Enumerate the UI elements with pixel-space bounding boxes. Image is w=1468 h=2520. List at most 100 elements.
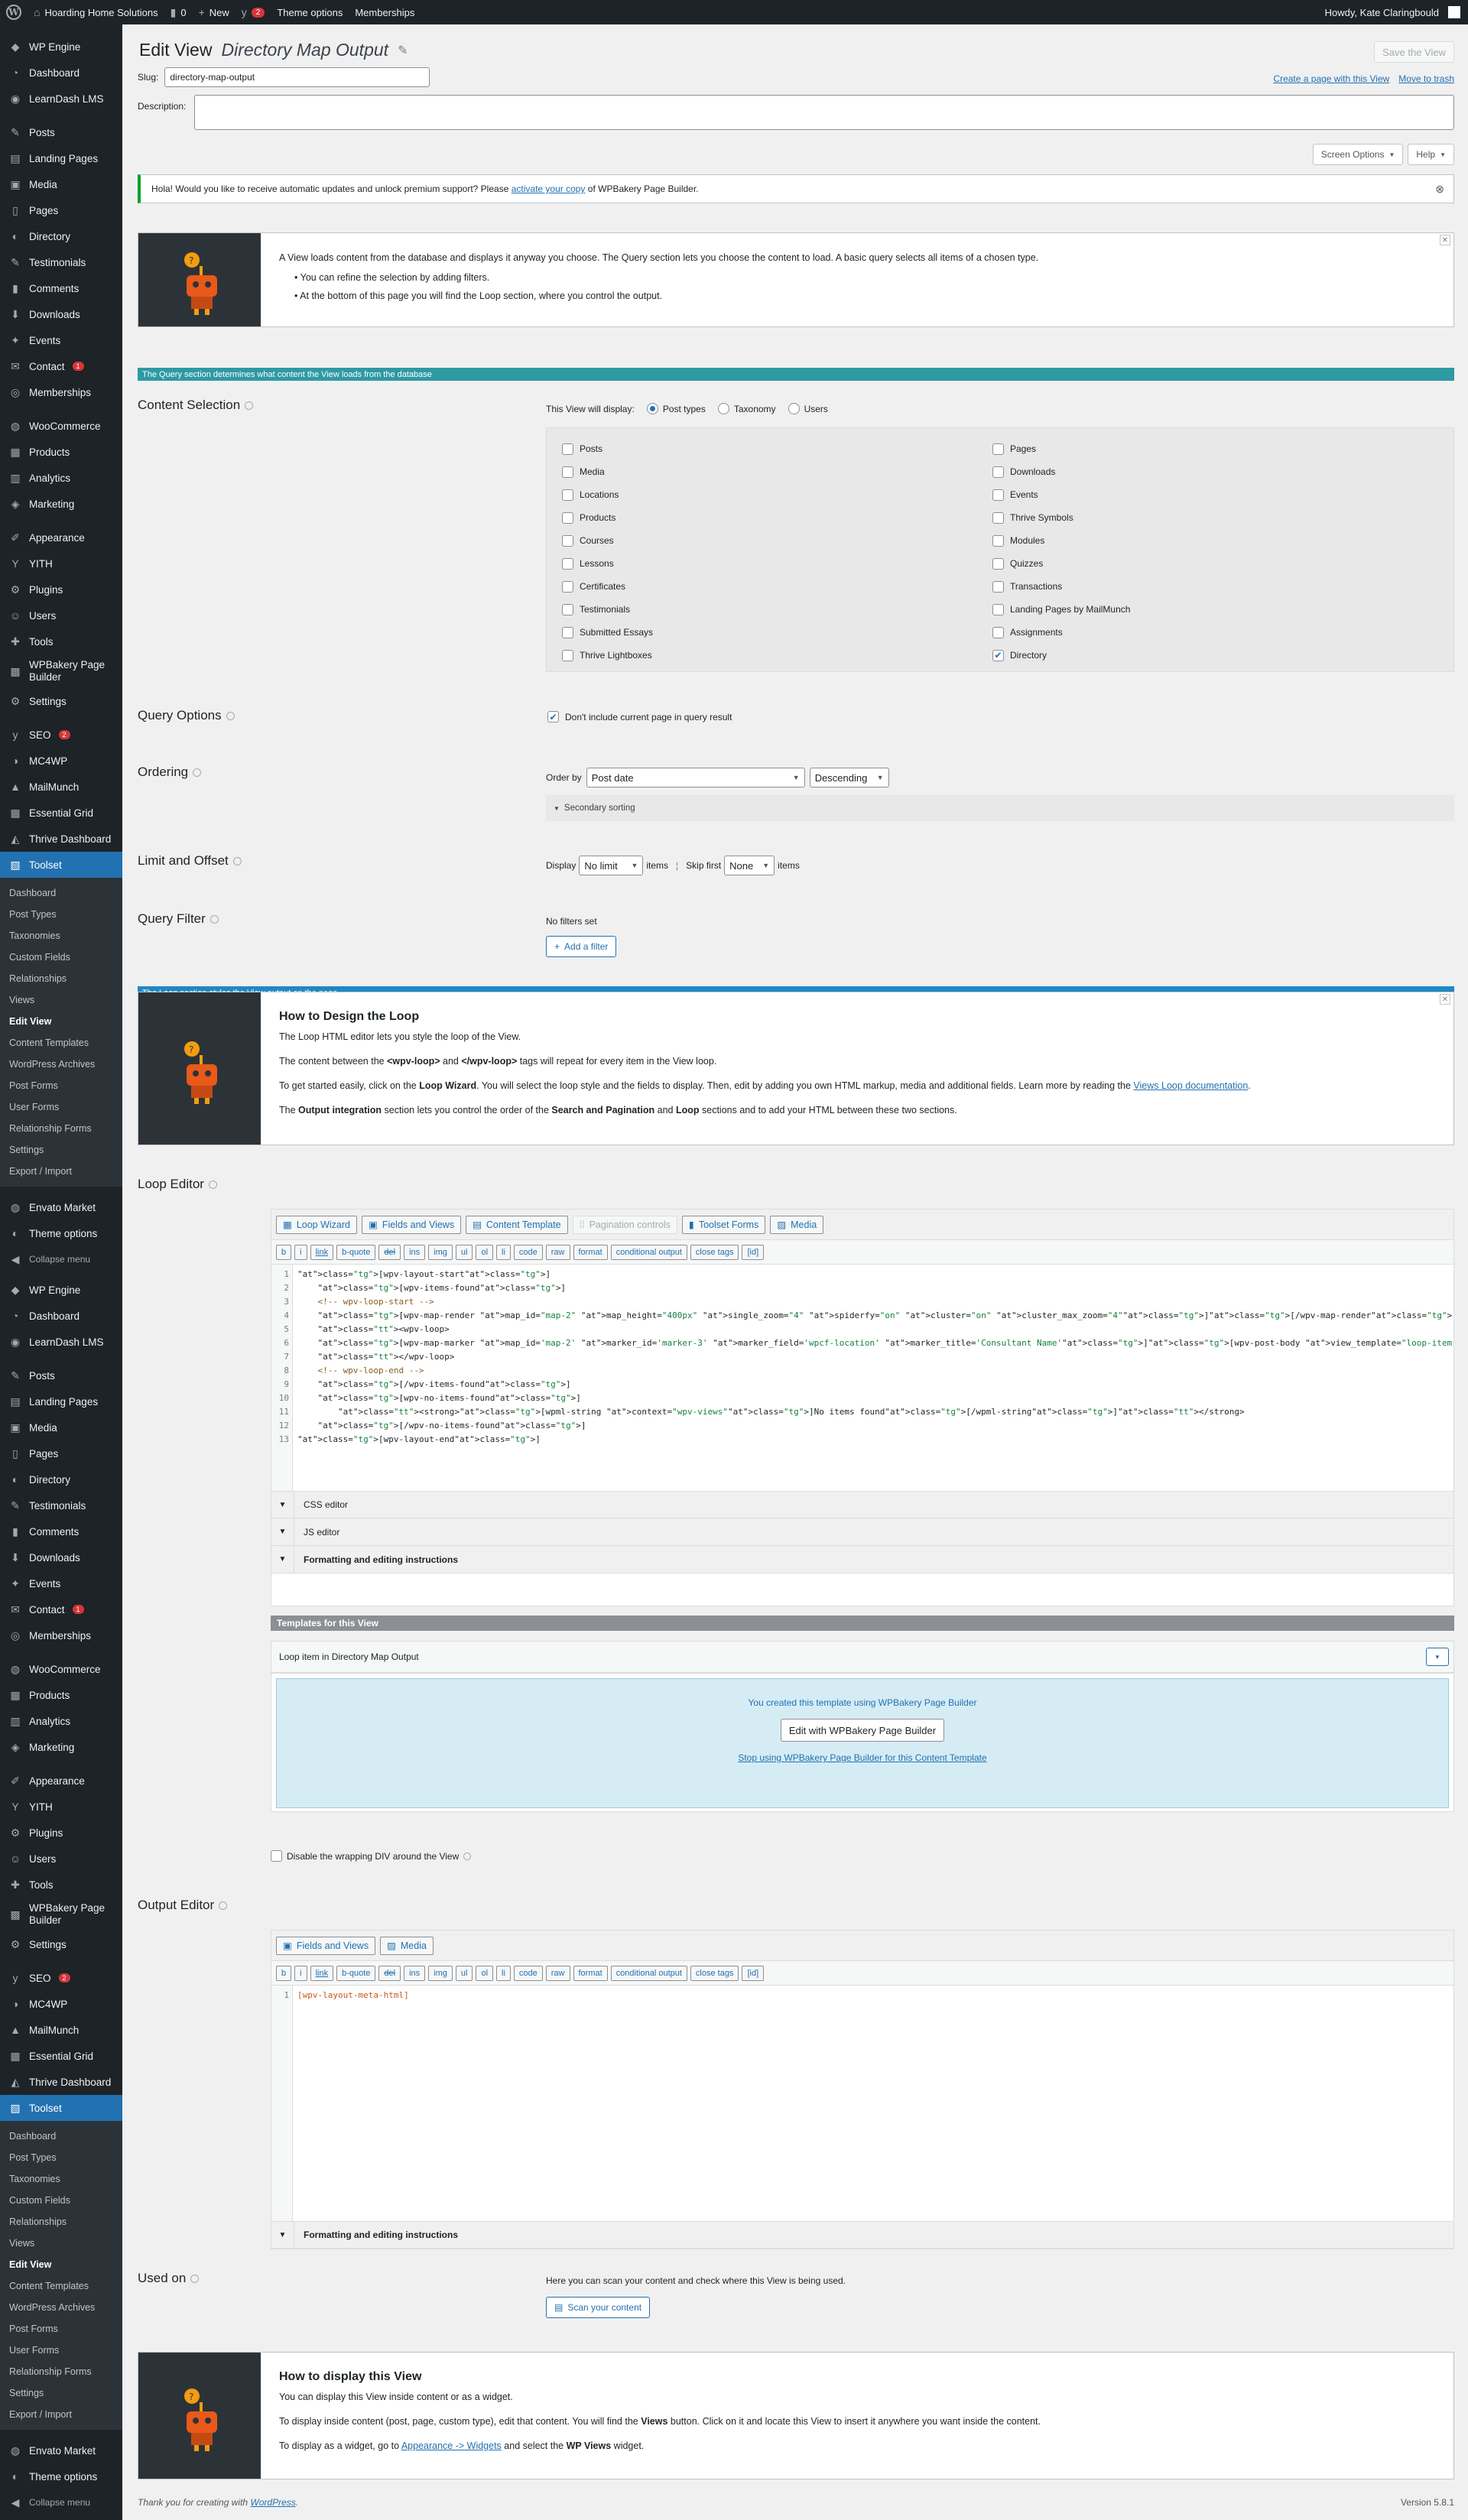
- sidebar-item-toolset[interactable]: ▧ Toolset: [0, 2095, 122, 2121]
- sidebar-item-comments[interactable]: ▮ Comments: [0, 275, 122, 301]
- sidebar-item-testimonials[interactable]: ✎ Testimonials: [0, 249, 122, 275]
- close-icon[interactable]: ✕: [1440, 994, 1450, 1005]
- toolset-forms-button[interactable]: ▮ Toolset Forms: [681, 1215, 766, 1234]
- checkbox-directory[interactable]: ✔: [992, 649, 1004, 661]
- help-icon[interactable]: [193, 768, 202, 777]
- submenu-item-post-types[interactable]: Post Types: [0, 2147, 122, 2168]
- quicktag-i-button[interactable]: i: [294, 1244, 307, 1260]
- quicktag-format-button[interactable]: format: [573, 1244, 608, 1260]
- submenu-item-views[interactable]: Views: [0, 2233, 122, 2254]
- sidebar-item-wpbakery-page-builder[interactable]: ▩ WPBakery Page Builder: [0, 654, 122, 688]
- submenu-item-wordpress-archives[interactable]: WordPress Archives: [0, 2297, 122, 2318]
- sidebar-item-theme-options[interactable]: ◐ Theme options: [0, 2463, 122, 2489]
- yoast-seo-menu[interactable]: y2: [235, 0, 271, 24]
- js-editor-toggle[interactable]: ▼ JS editor: [271, 1518, 1453, 1546]
- sidebar-item-products[interactable]: ▦ Products: [0, 1682, 122, 1708]
- sidebar-item-downloads[interactable]: ⬇ Downloads: [0, 301, 122, 327]
- sidebar-item-mc4wp[interactable]: ◑ MC4WP: [0, 1991, 122, 2017]
- dismiss-icon[interactable]: ⊗: [1435, 183, 1444, 196]
- quicktag-b-button[interactable]: b: [276, 1244, 292, 1260]
- wordpress-link[interactable]: WordPress: [250, 2497, 295, 2508]
- checkbox-pages[interactable]: [992, 443, 1004, 455]
- sidebar-item-pages[interactable]: ▯ Pages: [0, 1440, 122, 1466]
- radio-taxonomy[interactable]: [717, 403, 729, 414]
- submenu-item-content-templates[interactable]: Content Templates: [0, 1032, 122, 1054]
- create-page-link[interactable]: Create a page with this View: [1273, 73, 1389, 84]
- sidebar-item-products[interactable]: ▦ Products: [0, 439, 122, 465]
- sidebar-item-learndash-lms[interactable]: ◉ LearnDash LMS: [0, 1329, 122, 1355]
- quicktag-id-button[interactable]: [id]: [742, 1244, 765, 1260]
- submenu-item-post-forms[interactable]: Post Forms: [0, 2318, 122, 2340]
- description-input[interactable]: [194, 95, 1454, 130]
- pencil-icon[interactable]: ✎: [398, 43, 408, 58]
- submenu-item-relationship-forms[interactable]: Relationship Forms: [0, 1118, 122, 1139]
- submenu-item-edit-view[interactable]: Edit View: [0, 2254, 122, 2275]
- sidebar-item-woocommerce[interactable]: ◍ WooCommerce: [0, 413, 122, 439]
- sidebar-item-landing-pages[interactable]: ▤ Landing Pages: [0, 145, 122, 171]
- theme-options-menu[interactable]: Theme options: [271, 0, 349, 24]
- sidebar-item-mc4wp[interactable]: ◑ MC4WP: [0, 748, 122, 774]
- sidebar-item-dashboard[interactable]: ◔ Dashboard: [0, 1303, 122, 1329]
- collapse-menu-button[interactable]: ◀ Collapse menu: [0, 2489, 122, 2515]
- submenu-item-user-forms[interactable]: User Forms: [0, 2340, 122, 2361]
- comments-menu[interactable]: ▮ 0: [164, 0, 193, 24]
- sidebar-item-toolset[interactable]: ▧ Toolset: [0, 852, 122, 878]
- sidebar-item-wp-engine[interactable]: ◆ WP Engine: [0, 34, 122, 60]
- quicktag-li-button[interactable]: li: [496, 1965, 511, 1981]
- sidebar-item-mailmunch[interactable]: ▲ MailMunch: [0, 774, 122, 800]
- quicktag-raw-button[interactable]: raw: [545, 1965, 570, 1981]
- wp-logo-menu[interactable]: W: [0, 0, 28, 24]
- checkbox-locations[interactable]: [562, 489, 573, 501]
- checkbox-events[interactable]: [992, 489, 1004, 501]
- submenu-item-dashboard[interactable]: Dashboard: [0, 2125, 122, 2147]
- quicktag-img-button[interactable]: img: [428, 1244, 453, 1260]
- submenu-item-relationships[interactable]: Relationships: [0, 2211, 122, 2233]
- sidebar-item-media[interactable]: ▣ Media: [0, 171, 122, 197]
- quicktag-raw-button[interactable]: raw: [545, 1244, 570, 1260]
- checkbox-certificates[interactable]: [562, 580, 573, 593]
- checkbox-lessons[interactable]: [562, 557, 573, 570]
- sidebar-item-settings[interactable]: ⚙ Settings: [0, 688, 122, 714]
- view-title[interactable]: Directory Map Output: [221, 40, 388, 60]
- content-template-button[interactable]: ▤ Content Template: [466, 1215, 568, 1234]
- stop-using-wpbakery-link[interactable]: Stop using WPBakery Page Builder for thi…: [738, 1752, 986, 1763]
- edit-with-wpbakery-button[interactable]: Edit with WPBakery Page Builder: [780, 1719, 945, 1742]
- add-filter-button[interactable]: + Add a filter: [546, 936, 617, 957]
- quicktag-link-button[interactable]: link: [310, 1965, 334, 1981]
- css-editor-toggle[interactable]: ▼ CSS editor: [271, 1491, 1453, 1518]
- sidebar-item-contact[interactable]: ✉ Contact 1: [0, 1596, 122, 1622]
- help-button[interactable]: Help ▼: [1408, 144, 1454, 165]
- quicktag-close-tags-button[interactable]: close tags: [690, 1965, 739, 1981]
- activate-copy-link[interactable]: activate your copy: [512, 183, 586, 194]
- appearance-widgets-link[interactable]: Appearance -> Widgets: [401, 2440, 502, 2451]
- sidebar-item-yith[interactable]: Y YITH: [0, 1794, 122, 1820]
- sidebar-item-media[interactable]: ▣ Media: [0, 1414, 122, 1440]
- submenu-item-content-templates[interactable]: Content Templates: [0, 2275, 122, 2297]
- sidebar-item-memberships[interactable]: ◎ Memberships: [0, 379, 122, 405]
- views-loop-doc-link[interactable]: Views Loop documentation: [1133, 1080, 1248, 1091]
- sidebar-item-learndash-lms[interactable]: ◉ LearnDash LMS: [0, 86, 122, 112]
- sidebar-item-woocommerce[interactable]: ◍ WooCommerce: [0, 1656, 122, 1682]
- sidebar-item-tools[interactable]: ✚ Tools: [0, 628, 122, 654]
- submenu-item-edit-view[interactable]: Edit View: [0, 1011, 122, 1032]
- quicktag-conditional-output-button[interactable]: conditional output: [610, 1244, 687, 1260]
- sidebar-item-downloads[interactable]: ⬇ Downloads: [0, 1544, 122, 1570]
- quicktag-id-button[interactable]: [id]: [742, 1965, 765, 1981]
- sidebar-item-events[interactable]: ✦ Events: [0, 1570, 122, 1596]
- output-code-editor[interactable]: [wpv-layout-meta-html]: [293, 1986, 1453, 2221]
- checkbox-products[interactable]: [562, 511, 573, 524]
- submenu-item-relationships[interactable]: Relationships: [0, 968, 122, 989]
- help-icon[interactable]: [190, 2274, 200, 2283]
- quicktag-close-tags-button[interactable]: close tags: [690, 1244, 739, 1260]
- sidebar-item-settings[interactable]: ⚙ Settings: [0, 1931, 122, 1957]
- checkbox-testimonials[interactable]: [562, 603, 573, 615]
- sidebar-item-thrive-dashboard[interactable]: ◭ Thrive Dashboard: [0, 2069, 122, 2095]
- submenu-item-custom-fields[interactable]: Custom Fields: [0, 2190, 122, 2211]
- quicktag-conditional-output-button[interactable]: conditional output: [610, 1965, 687, 1981]
- submenu-item-taxonomies[interactable]: Taxonomies: [0, 2168, 122, 2190]
- secondary-sorting-toggle[interactable]: ▼ Secondary sorting: [546, 795, 1454, 821]
- close-icon[interactable]: ✕: [1440, 235, 1450, 245]
- quicktag-ol-button[interactable]: ol: [476, 1965, 494, 1981]
- sidebar-item-users[interactable]: ☺ Users: [0, 1846, 122, 1872]
- exclude-current-page-checkbox[interactable]: ✔: [547, 711, 559, 723]
